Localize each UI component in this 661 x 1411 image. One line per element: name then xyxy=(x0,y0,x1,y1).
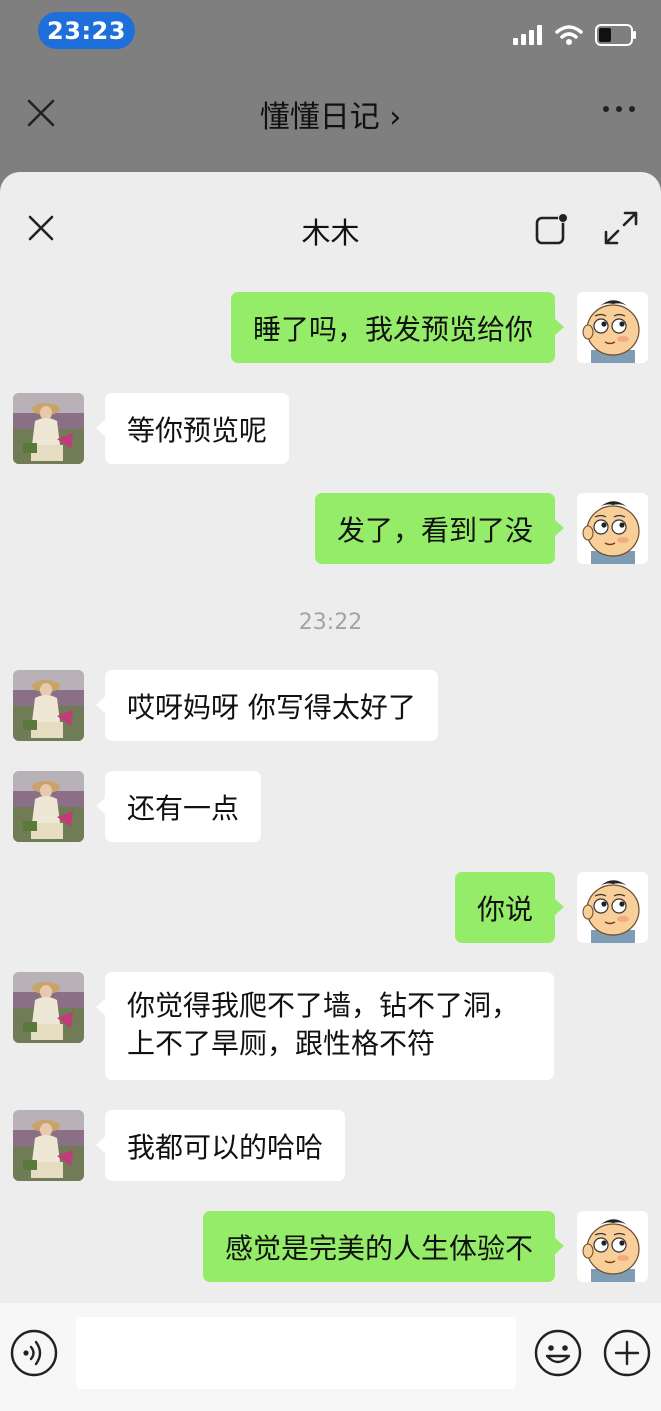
chevron-right-icon: › xyxy=(389,100,402,135)
message-row: 你觉得我爬不了墙，钻不了洞， 上不了旱厕，跟性格不符 xyxy=(0,972,661,1080)
status-bar: 23:23 xyxy=(0,0,661,62)
message-text: 发了，看到了没 xyxy=(336,513,533,547)
avatar[interactable] xyxy=(577,1211,648,1282)
message-text: 感觉是完美的人生体验不 xyxy=(224,1231,533,1265)
signal-icon xyxy=(513,25,542,45)
chat-header: 木木 xyxy=(0,172,661,282)
avatar[interactable] xyxy=(13,1110,84,1181)
status-time: 23:23 xyxy=(38,12,135,49)
message-bubble[interactable]: 还有一点 xyxy=(95,771,262,842)
battery-icon xyxy=(595,24,636,46)
avatar[interactable] xyxy=(577,493,648,564)
message-row: 等你预览呢 xyxy=(0,393,661,464)
message-bubble[interactable]: 我都可以的哈哈 xyxy=(95,1110,346,1181)
message-text: 等你预览呢 xyxy=(127,413,268,447)
wifi-icon xyxy=(555,25,583,45)
emoji-icon[interactable] xyxy=(534,1329,582,1377)
message-row: 感觉是完美的人生体验不 xyxy=(0,1211,661,1282)
message-bubble[interactable]: 睡了吗，我发预览给你 xyxy=(230,292,565,363)
message-row: 哎呀妈呀 你写得太好了 xyxy=(0,670,661,741)
background-nav-bar: 懂懂日记 › xyxy=(0,62,661,152)
message-bubble[interactable]: 感觉是完美的人生体验不 xyxy=(202,1211,565,1282)
avatar[interactable] xyxy=(577,872,648,943)
plus-icon[interactable] xyxy=(603,1329,651,1377)
background-title-text: 懂懂日记 xyxy=(259,100,380,135)
message-text: 哎呀妈呀 你写得太好了 xyxy=(127,690,416,724)
message-text-line: 你觉得我爬不了墙，钻不了洞， xyxy=(127,989,520,1022)
more-icon[interactable] xyxy=(603,106,635,112)
voice-icon[interactable] xyxy=(10,1329,58,1377)
status-icons xyxy=(513,22,637,48)
message-text: 睡了吗，我发预览给你 xyxy=(252,312,533,346)
message-bubble[interactable]: 等你预览呢 xyxy=(95,393,290,464)
chat-sheet: 木木 睡了吗，我发预览给你 等你预览呢 发了，看到了没 23:22 哎呀妈呀 你… xyxy=(0,172,661,1411)
avatar[interactable] xyxy=(13,393,84,464)
avatar[interactable] xyxy=(13,972,84,1043)
message-bubble[interactable]: 发了，看到了没 xyxy=(314,493,565,564)
avatar[interactable] xyxy=(13,771,84,842)
floating-window-icon[interactable] xyxy=(535,213,569,245)
avatar[interactable] xyxy=(577,292,648,363)
message-row: 睡了吗，我发预览给你 xyxy=(0,292,661,363)
message-row: 发了，看到了没 xyxy=(0,493,661,564)
message-bubble[interactable]: 你说 xyxy=(454,872,565,943)
expand-icon[interactable] xyxy=(603,210,639,246)
message-row: 还有一点 xyxy=(0,771,661,842)
timestamp: 23:22 xyxy=(298,610,363,635)
message-text: 还有一点 xyxy=(127,791,240,825)
message-input[interactable] xyxy=(76,1317,516,1389)
avatar[interactable] xyxy=(13,670,84,741)
message-row: 你说 xyxy=(0,872,661,943)
background-title[interactable]: 懂懂日记 › xyxy=(0,92,661,136)
input-bar xyxy=(0,1303,661,1411)
message-text: 你说 xyxy=(476,892,533,926)
message-bubble[interactable]: 哎呀妈呀 你写得太好了 xyxy=(96,670,438,741)
message-text-line: 上不了旱厕，跟性格不符 xyxy=(127,1027,436,1060)
message-bubble[interactable]: 你觉得我爬不了墙，钻不了洞， 上不了旱厕，跟性格不符 xyxy=(96,972,554,1080)
message-row: 我都可以的哈哈 xyxy=(0,1110,661,1181)
message-text: 我都可以的哈哈 xyxy=(127,1130,324,1164)
